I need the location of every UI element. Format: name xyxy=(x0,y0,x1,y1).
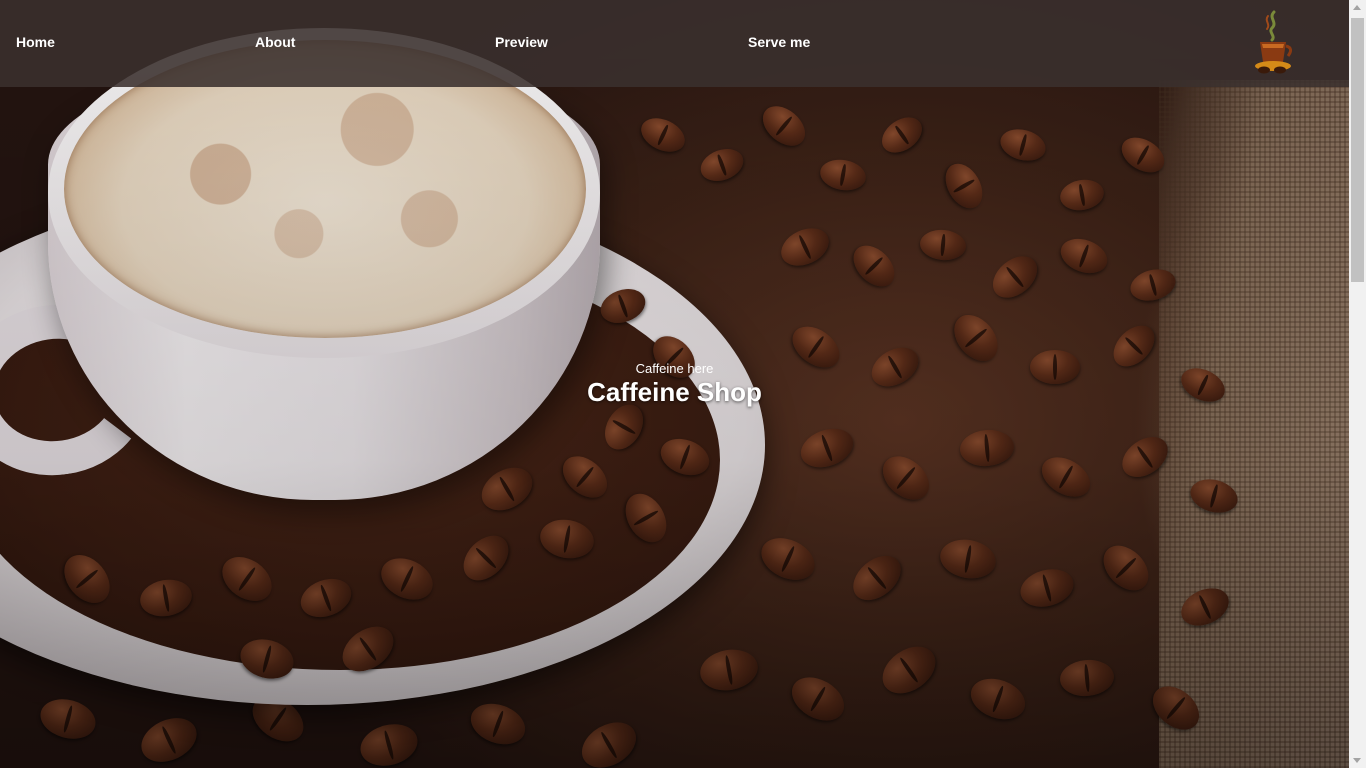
nav-serve-me-link[interactable]: Serve me xyxy=(748,34,810,50)
vertical-scrollbar[interactable] xyxy=(1349,0,1366,768)
scrollbar-thumb[interactable] xyxy=(1351,18,1364,282)
hero-subtitle: Caffeine here xyxy=(635,361,714,376)
nav-home-link[interactable]: Home xyxy=(16,34,55,50)
scroll-down-arrow-icon[interactable] xyxy=(1353,758,1361,763)
navbar: Home About Preview Serve me xyxy=(0,0,1349,87)
nav-about-link[interactable]: About xyxy=(255,34,295,50)
nav-preview-link[interactable]: Preview xyxy=(495,34,548,50)
coffee-cup-logo-icon[interactable] xyxy=(1250,10,1296,74)
hero-title: Caffeine Shop xyxy=(587,377,762,407)
scroll-up-arrow-icon[interactable] xyxy=(1353,5,1361,10)
page: Home About Preview Serve me Caffeine her… xyxy=(0,0,1349,768)
